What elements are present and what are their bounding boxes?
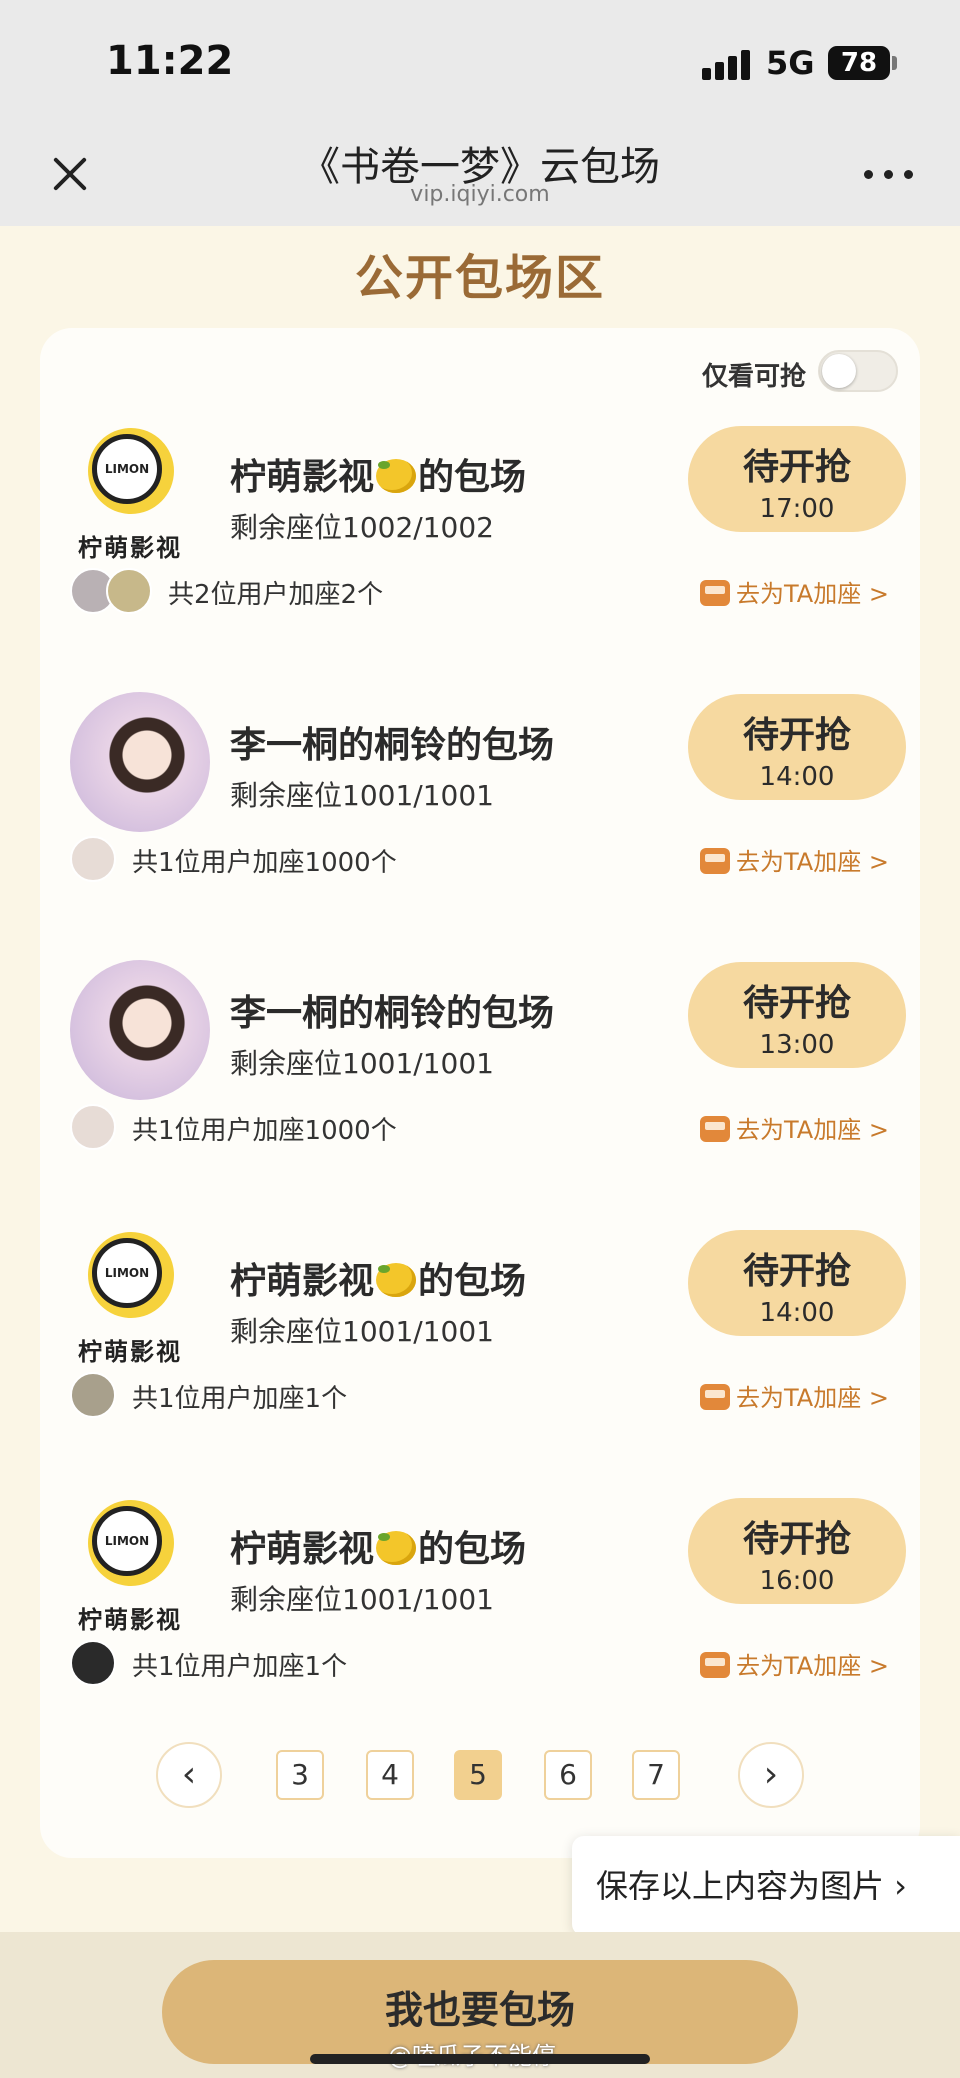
seats-remaining: 剩余座位1001/1001 <box>230 779 494 812</box>
toggle-knob <box>822 354 856 388</box>
page-domain: vip.iqiyi.com <box>410 182 550 207</box>
status-bar: 11:22 5G 78 <box>0 0 960 126</box>
page-number[interactable]: 3 <box>276 1750 324 1800</box>
add-seat-link[interactable]: 去为TA加座 > <box>700 1378 889 1413</box>
sofa-icon <box>700 1116 730 1142</box>
session-title: 李一桐的桐铃的包场 <box>230 725 555 766</box>
page-number-current[interactable]: 5 <box>454 1750 502 1800</box>
network-type: 5G <box>766 44 815 82</box>
grab-button[interactable]: 待开抢 17:00 <box>688 426 906 532</box>
sofa-icon <box>700 1652 730 1678</box>
session-card: 李一桐的桐铃的包场 剩余座位1001/1001 待开抢 13:00 共1位用户加座… <box>40 956 920 1224</box>
prev-page-button[interactable]: ‹ <box>156 1742 222 1808</box>
add-seat-link[interactable]: 去为TA加座 > <box>700 574 889 609</box>
seats-remaining: 剩余座位1001/1001 <box>230 1583 494 1616</box>
session-card: 李一桐的桐铃的包场 剩余座位1001/1001 待开抢 14:00 共1位用户加座… <box>40 688 920 956</box>
add-seat-link[interactable]: 去为TA加座 > <box>700 1110 889 1145</box>
lemon-icon <box>376 1531 417 1565</box>
sofa-icon <box>700 848 730 874</box>
session-title: 柠萌影视 的包场 <box>230 1529 527 1570</box>
seats-remaining: 剩余座位1001/1001 <box>230 1047 494 1080</box>
more-icon[interactable] <box>864 164 914 184</box>
filter-toggle[interactable] <box>818 350 898 392</box>
save-as-image-button[interactable]: 保存以上内容为图片 › <box>572 1836 960 1936</box>
host-avatar <box>70 960 210 1100</box>
pagination: ‹ 3 4 5 6 7 › <box>156 1742 806 1808</box>
session-title: 柠萌影视 的包场 <box>230 457 527 498</box>
session-title: 柠萌影视 的包场 <box>230 1261 527 1302</box>
session-card: LIMON 柠萌影视 柠萌影视 的包场 剩余座位1001/1001 待开抢 16:0… <box>40 1492 920 1760</box>
grab-button[interactable]: 待开抢 13:00 <box>688 962 906 1068</box>
battery-tip <box>892 56 897 70</box>
lemon-icon <box>376 1263 417 1297</box>
user-avatar <box>70 1640 116 1686</box>
session-title: 李一桐的桐铃的包场 <box>230 993 555 1034</box>
clock: 11:22 <box>106 38 234 84</box>
page-number[interactable]: 6 <box>544 1750 592 1800</box>
add-seat-link[interactable]: 去为TA加座 > <box>700 842 889 877</box>
page-number[interactable]: 4 <box>366 1750 414 1800</box>
sofa-icon <box>700 580 730 606</box>
lemon-icon <box>376 459 417 493</box>
user-avatar <box>106 568 152 614</box>
session-card: LIMON 柠萌影视 柠萌影视 的包场 剩余座位1002/1002 待开抢 17:0… <box>40 420 920 688</box>
filter-label: 仅看可抢 <box>702 362 807 392</box>
page-number[interactable]: 7 <box>632 1750 680 1800</box>
grab-button[interactable]: 待开抢 16:00 <box>688 1498 906 1604</box>
limon-logo: LIMON 柠萌影视 <box>66 428 210 572</box>
add-seat-link[interactable]: 去为TA加座 > <box>700 1646 889 1681</box>
home-indicator <box>310 2054 650 2064</box>
next-page-button[interactable]: › <box>738 1742 804 1808</box>
signal-icon <box>702 50 752 80</box>
user-avatar <box>70 1372 116 1418</box>
grab-button[interactable]: 待开抢 14:00 <box>688 1230 906 1336</box>
session-card: LIMON 柠萌影视 柠萌影视 的包场 剩余座位1001/1001 待开抢 14:0… <box>40 1224 920 1492</box>
seats-remaining: 剩余座位1001/1001 <box>230 1315 494 1348</box>
user-avatar <box>70 836 116 882</box>
battery-icon: 78 <box>828 46 890 80</box>
host-avatar <box>70 692 210 832</box>
nav-bar: 《书卷一梦》云包场 vip.iqiyi.com <box>0 126 960 226</box>
seats-remaining: 剩余座位1002/1002 <box>230 511 494 544</box>
section-title: 公开包场区 <box>354 250 605 306</box>
user-avatar <box>70 1104 116 1150</box>
limon-logo: LIMON 柠萌影视 <box>66 1500 210 1644</box>
limon-logo: LIMON 柠萌影视 <box>66 1232 210 1376</box>
sofa-icon <box>700 1384 730 1410</box>
grab-button[interactable]: 待开抢 14:00 <box>688 694 906 800</box>
